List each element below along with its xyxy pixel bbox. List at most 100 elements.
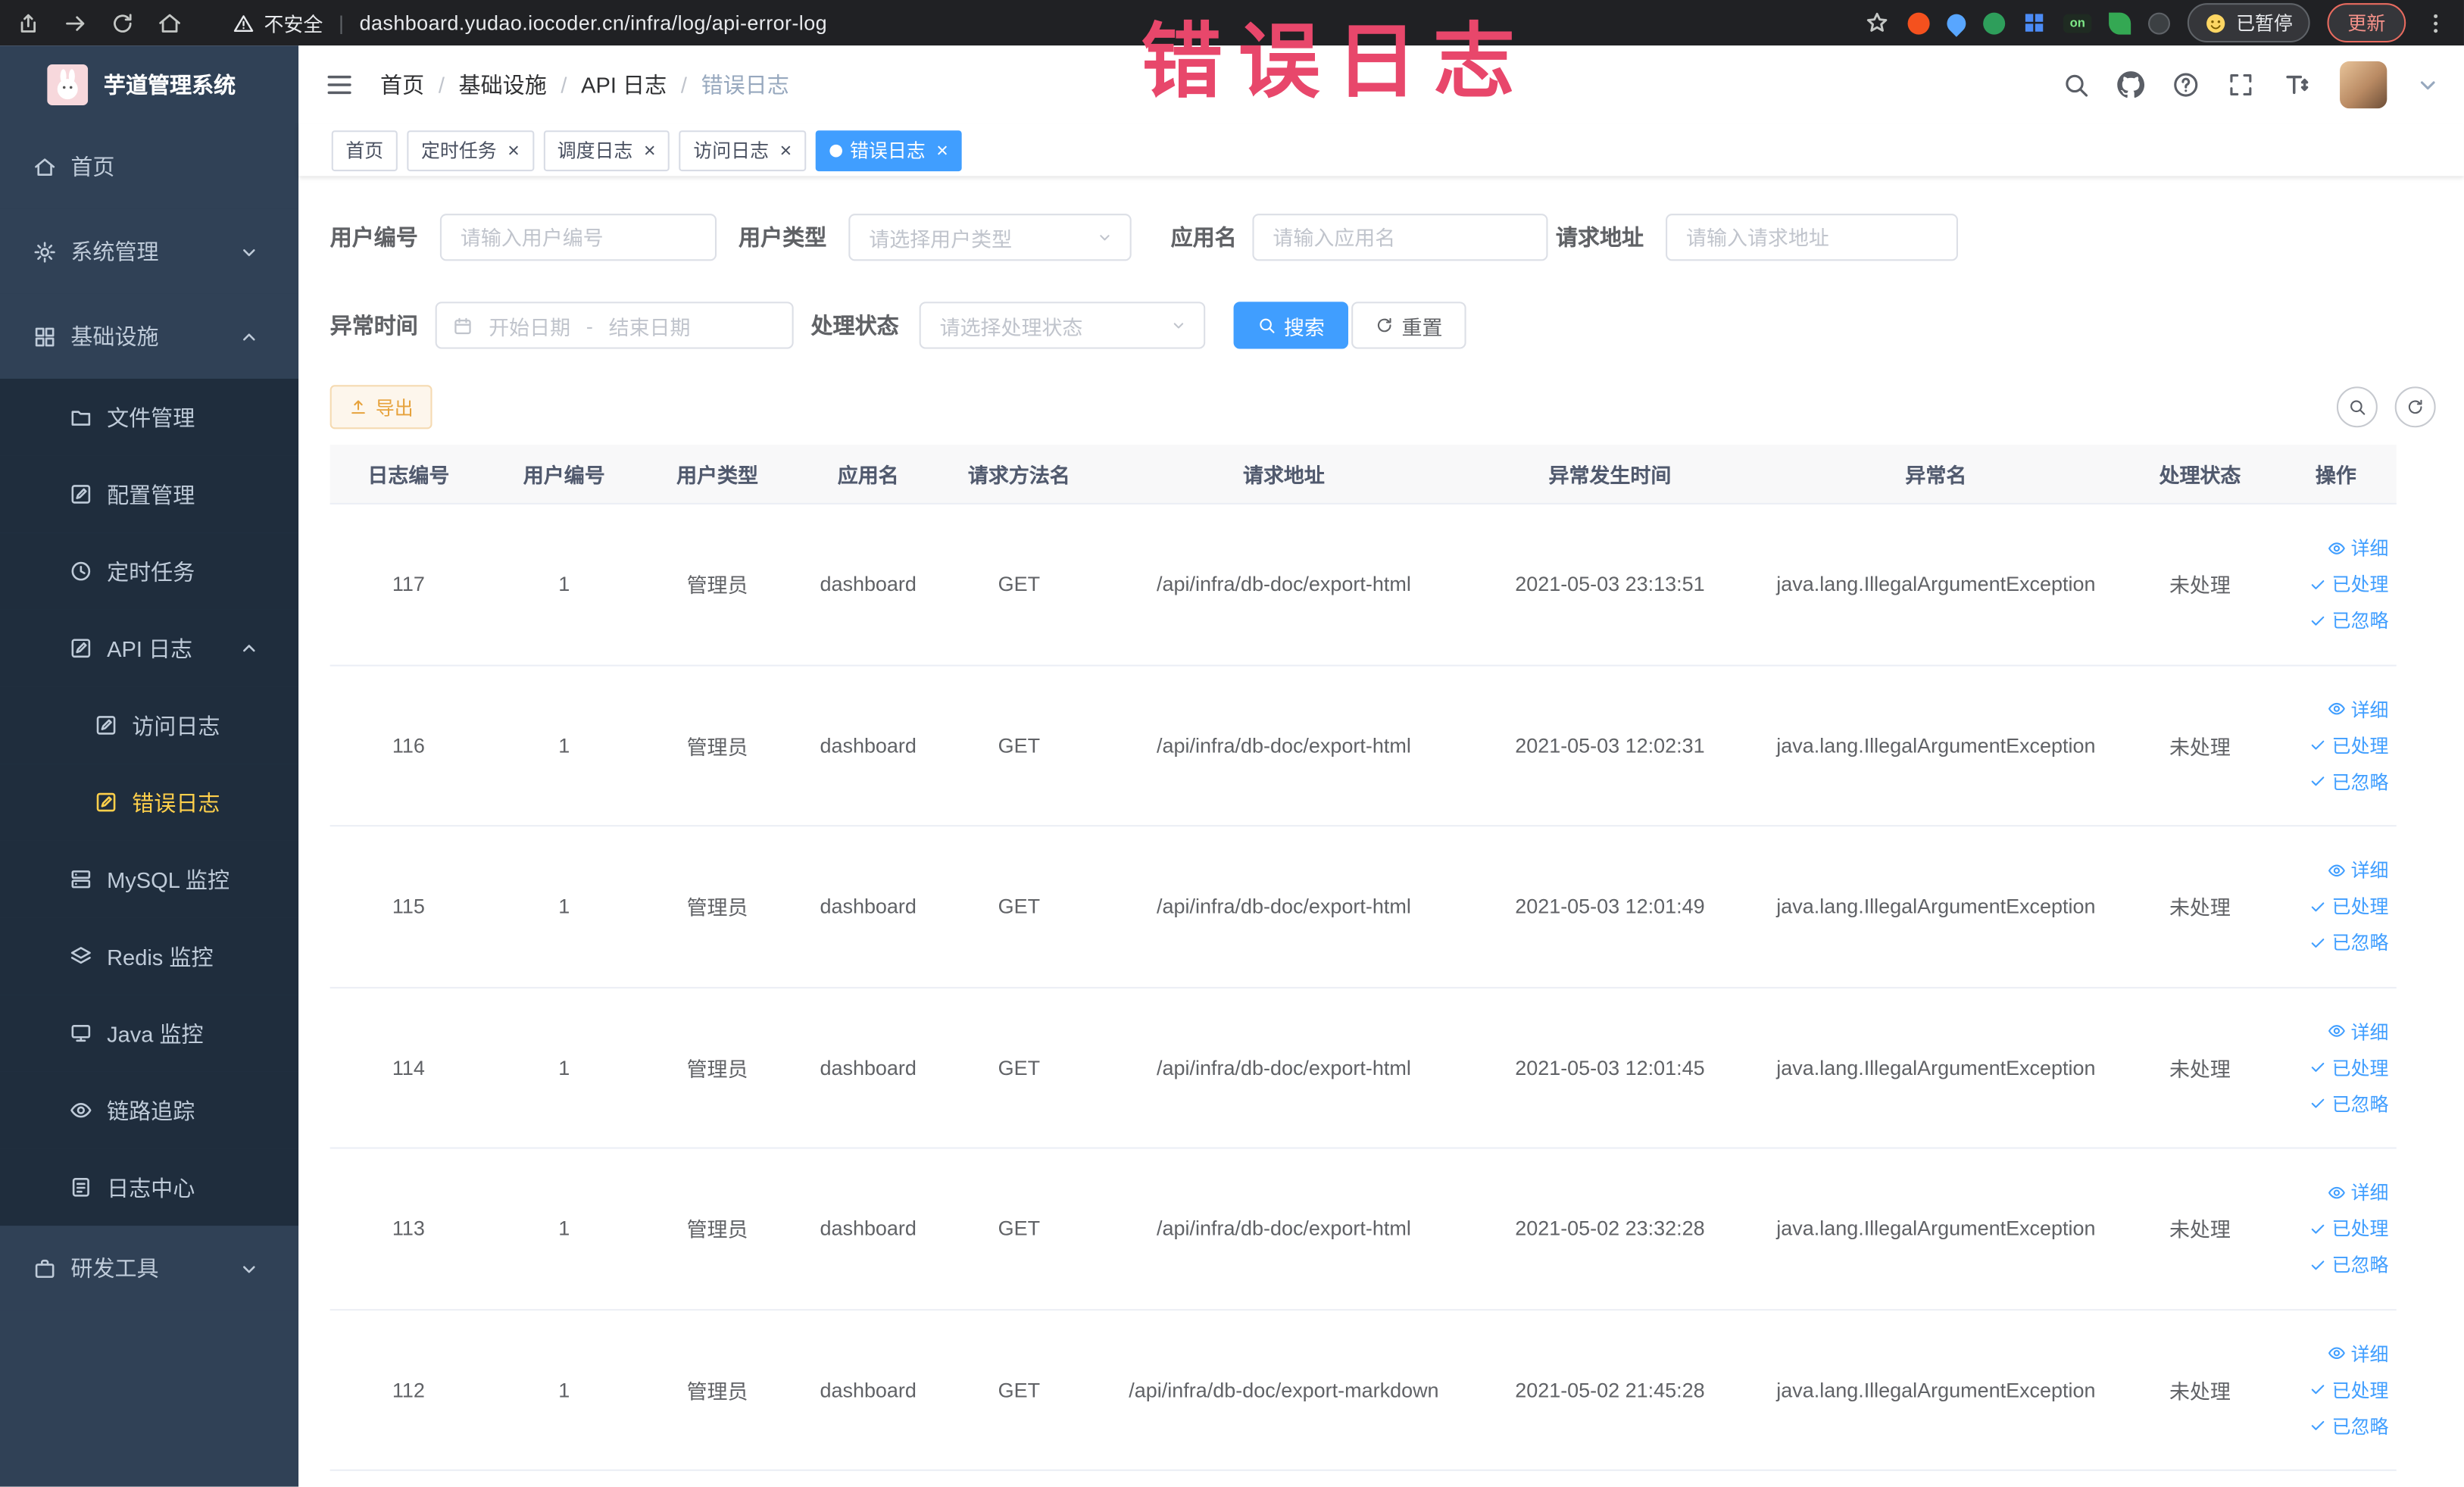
mark-ignored-link[interactable]: 已忽略 [2309,929,2388,956]
active-tab-dot [829,143,842,157]
logo[interactable]: 芋道管理系统 [0,45,298,124]
sidebar-item-redis[interactable]: Redis 监控 [0,917,299,995]
detail-link[interactable]: 详细 [2327,1340,2388,1367]
mark-processed-link-label: 已处理 [2331,896,2389,919]
sidebar-item-config[interactable]: 配置管理 [0,455,299,533]
sidebar-item-dev-tools[interactable]: 研发工具 [0,1226,299,1311]
avatar[interactable] [2340,61,2387,109]
github-icon[interactable] [2116,70,2144,98]
eye-icon [2327,1022,2346,1041]
mark-ignored-link[interactable]: 已忽略 [2309,1251,2388,1278]
home-icon [33,155,57,178]
tab-job-log[interactable]: 调度日志 × [543,130,670,171]
fullscreen-icon[interactable] [2227,70,2255,98]
extension-icon-green[interactable] [1983,11,2006,34]
cell-user-type: 管理员 [686,735,748,759]
exception-time-range-picker[interactable]: 开始日期 - 结束日期 [435,301,794,349]
question-icon[interactable] [2172,70,2200,98]
extension-icon-on-badge[interactable]: on [2063,13,2092,33]
extension-icon-leaf[interactable] [2109,11,2131,34]
forward-icon[interactable] [63,10,88,35]
tab-error-log[interactable]: 错误日志 × [815,130,963,171]
mark-processed-link[interactable]: 已处理 [2309,1215,2388,1242]
extension-icon-paw[interactable] [2147,11,2170,34]
share-icon[interactable] [16,10,41,35]
bookmark-star-icon[interactable] [1864,9,1891,36]
caret-down-icon[interactable] [2414,70,2442,98]
search-button[interactable]: 搜索 [1233,301,1349,349]
hamburger-icon[interactable] [323,69,354,100]
logo-rabbit-icon [47,64,89,105]
cell-log-id: 116 [392,733,425,758]
cell-time: 2021-05-03 12:01:45 [1515,1055,1705,1079]
search-icon[interactable] [2062,70,2090,98]
home-icon[interactable] [157,10,182,35]
breadcrumb-item[interactable]: 首页 [380,69,424,100]
sidebar-item-label: 配置管理 [107,481,195,508]
sidebar-item-home[interactable]: 首页 [0,123,299,209]
sidebar-item-trace[interactable]: 链路追踪 [0,1071,299,1149]
url-text[interactable]: dashboard.yudao.iocoder.cn/infra/log/api… [360,11,827,35]
sidebar-item-java[interactable]: Java 监控 [0,995,299,1072]
user-type-select[interactable]: 请选择用户类型 [848,214,1132,261]
tab-home[interactable]: 首页 [331,130,398,171]
mark-processed-link[interactable]: 已处理 [2309,732,2388,758]
cell-actions: 详细已处理已忽略 [2275,988,2397,1148]
process-status-select[interactable]: 请选择处理状态 [919,301,1206,349]
breadcrumb-separator: / [561,72,567,98]
extension-icon-grid[interactable] [2022,11,2046,35]
detail-link[interactable]: 详细 [2327,1179,2388,1205]
sidebar-item-file[interactable]: 文件管理 [0,378,299,456]
tab-job[interactable]: 定时任务 × [407,130,534,171]
gear-icon [33,239,57,263]
font-size-icon[interactable] [2281,69,2313,100]
mark-ignored-link[interactable]: 已忽略 [2309,768,2388,795]
security-indicator[interactable]: 不安全 | dashboard.yudao.iocoder.cn/infra/l… [233,8,827,37]
detail-link[interactable]: 详细 [2327,857,2388,883]
user-id-input[interactable] [439,214,717,261]
tab-access-log[interactable]: 访问日志 × [679,130,806,171]
sidebar-item-system[interactable]: 系统管理 [0,208,299,294]
sidebar-item-log-center[interactable]: 日志中心 [0,1148,299,1226]
browser-menu-icon[interactable] [2423,10,2448,35]
refresh-table-button[interactable] [2394,386,2436,428]
sidebar-item-access-log[interactable]: 访问日志 [0,686,299,764]
sidebar-item-infra[interactable]: 基础设施 [0,293,299,379]
detail-link[interactable]: 详细 [2327,696,2388,723]
mark-ignored-link[interactable]: 已忽略 [2309,1413,2388,1439]
detail-link[interactable]: 详细 [2327,535,2388,561]
cell-status: 未处理 [2169,1057,2231,1081]
reset-button[interactable]: 重置 [1351,301,1466,349]
mark-processed-link[interactable]: 已处理 [2309,1376,2388,1403]
mark-ignored-link[interactable]: 已忽略 [2309,1090,2389,1117]
sidebar-item-error-log[interactable]: 错误日志 [0,764,299,841]
mark-processed-link[interactable]: 已处理 [2309,1054,2388,1081]
request-url-input[interactable] [1666,214,1958,261]
export-button[interactable]: 导出 [329,385,433,430]
mark-ignored-link-label: 已忽略 [2331,1093,2389,1116]
close-icon[interactable]: × [644,140,656,161]
paused-label: 已暂停 [2236,12,2293,35]
close-icon[interactable]: × [507,140,520,161]
update-button[interactable]: 更新 [2327,3,2406,43]
sidebar-item-mysql[interactable]: MySQL 监控 [0,840,299,918]
sidebar-item-job[interactable]: 定时任务 [0,533,299,610]
close-icon[interactable]: × [936,140,948,161]
cell-method: GET [998,894,1041,919]
reload-icon[interactable] [110,10,135,35]
sidebar-item-label: 访问日志 [132,712,220,739]
cell-user-id: 1 [558,1377,570,1402]
sidebar-item-api-log[interactable]: API 日志 [0,609,299,687]
detail-link[interactable]: 详细 [2327,1018,2388,1045]
mark-ignored-link[interactable]: 已忽略 [2309,607,2388,633]
breadcrumb-item[interactable]: API 日志 [581,69,667,100]
mark-processed-link[interactable]: 已处理 [2309,571,2388,598]
paused-extension-button[interactable]: 已暂停 [2187,3,2310,43]
extension-icon-drop[interactable] [1943,9,1970,36]
mark-processed-link[interactable]: 已处理 [2309,893,2389,920]
close-icon[interactable]: × [780,140,792,161]
extension-icon-red[interactable] [1907,11,1930,34]
breadcrumb-item[interactable]: 基础设施 [459,69,547,100]
toggle-search-button[interactable] [2336,386,2378,428]
app-name-input[interactable] [1252,214,1548,261]
